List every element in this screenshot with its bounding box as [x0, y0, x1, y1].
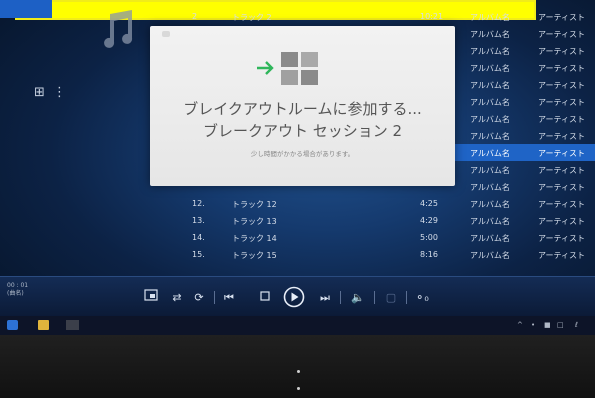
track-num: 12.: [192, 199, 205, 208]
track-artist: アーティスト: [538, 166, 586, 175]
track-artist: アーティスト: [538, 98, 586, 107]
table-row[interactable]: 14. トラック 14 5:00 アルバム名 アーティスト: [180, 229, 595, 246]
separator: [214, 291, 215, 304]
separator: [374, 291, 375, 304]
dialog-subtitle: ブレークアウト セッション 2: [202, 122, 403, 140]
screen: ⊞ ⋮ 2 トラック 2 10:21 アルバム名 アーティスト アルバム名 アーティスト アル…: [0, 0, 595, 335]
track-artist: アーティスト: [538, 183, 586, 192]
stop-icon[interactable]: [258, 289, 272, 307]
fullscreen-icon[interactable]: ▢: [384, 289, 398, 307]
music-note-icon: [100, 8, 136, 54]
track-album: アルバム名: [470, 98, 510, 107]
player-bar: 00 : 01 (曲名) ⇄ ⟳ ⏮ ⏭ 🔈 ▢ ⚬₀: [0, 276, 595, 317]
play-icon[interactable]: [283, 286, 305, 308]
track-artist: アーティスト: [538, 200, 586, 209]
track-album: アルバム名: [470, 47, 510, 56]
more-icon[interactable]: ⚬₀: [414, 289, 430, 307]
miniplayer-icon[interactable]: [143, 289, 159, 307]
track-artist: アーティスト: [538, 217, 586, 226]
breakout-logo-icon: [257, 50, 331, 94]
track-artist: アーティスト: [538, 251, 586, 260]
track-duration: 4:29: [420, 216, 438, 225]
taskbar: ^ • ■ □ ℓ: [0, 316, 595, 335]
file-explorer-icon[interactable]: [38, 320, 49, 330]
dialog-corner-mark: [162, 31, 170, 37]
separator: [340, 291, 341, 304]
track-artist: アーティスト: [538, 13, 586, 22]
dialog-title: ブレイクアウトルームに参加する...: [183, 100, 422, 118]
tray-pen-icon[interactable]: ℓ: [575, 321, 578, 329]
track-artist: アーティスト: [538, 149, 586, 158]
track-album: アルバム名: [470, 64, 510, 73]
table-row[interactable]: 15. トラック 15 8:16 アルバム名 アーティスト: [180, 246, 595, 263]
laptop-bezel: [0, 335, 595, 398]
track-album: アルバム名: [470, 132, 510, 141]
now-playing-time: 00 : 01: [7, 282, 29, 289]
track-num: 14.: [192, 233, 205, 242]
track-album: アルバム名: [470, 166, 510, 175]
table-row[interactable]: 12. トラック 12 4:25 アルバム名 アーティスト: [180, 195, 595, 212]
track-album: アルバム名: [470, 30, 510, 39]
sidebar-more-icon[interactable]: ⊞ ⋮: [34, 85, 68, 100]
track-artist: アーティスト: [538, 132, 586, 141]
track-duration: 8:16: [420, 250, 438, 259]
table-row[interactable]: 2 トラック 2 10:21 アルバム名 アーティスト: [180, 8, 595, 25]
track-artist: アーティスト: [538, 47, 586, 56]
track-title: トラック 15: [232, 251, 277, 260]
track-num: 15.: [192, 250, 205, 259]
volume-icon[interactable]: 🔈: [350, 289, 366, 307]
bezel-light: [297, 370, 300, 373]
track-duration: 4:25: [420, 199, 438, 208]
track-album: アルバム名: [470, 13, 510, 22]
track-album: アルバム名: [470, 217, 510, 226]
track-title: トラック 13: [232, 217, 277, 226]
track-artist: アーティスト: [538, 234, 586, 243]
repeat-icon[interactable]: ⟳: [192, 289, 206, 307]
join-breakout-dialog: ブレイクアウトルームに参加する... ブレークアウト セッション 2 少し時間が…: [150, 26, 455, 186]
track-num: 13.: [192, 216, 205, 225]
separator: [406, 291, 407, 304]
track-album: アルバム名: [470, 200, 510, 209]
tray-volume-icon[interactable]: □: [557, 321, 564, 329]
track-artist: アーティスト: [538, 81, 586, 90]
track-title: トラック 2: [232, 13, 272, 22]
start-button-icon[interactable]: [7, 320, 18, 330]
track-artist: アーティスト: [538, 115, 586, 124]
next-icon[interactable]: ⏭: [318, 289, 332, 307]
table-row[interactable]: 13. トラック 13 4:29 アルバム名 アーティスト: [180, 212, 595, 229]
now-playing-title: (曲名): [7, 290, 24, 297]
track-album: アルバム名: [470, 115, 510, 124]
sidebar-active-item[interactable]: [0, 0, 52, 18]
bezel-camera: [297, 387, 300, 390]
track-duration: 10:21: [420, 12, 444, 21]
track-album: アルバム名: [470, 81, 510, 90]
tray-chevron-icon[interactable]: ^: [517, 321, 523, 329]
media-player-taskbar-icon[interactable]: [66, 320, 79, 330]
tray-network-icon[interactable]: •: [531, 321, 535, 329]
track-album: アルバム名: [470, 234, 510, 243]
track-num: 2: [192, 12, 198, 21]
tray-battery-icon[interactable]: ■: [544, 321, 551, 329]
track-duration: 5:00: [420, 233, 438, 242]
track-artist: アーティスト: [538, 30, 586, 39]
track-title: トラック 12: [232, 200, 277, 209]
track-title: トラック 14: [232, 234, 277, 243]
previous-icon[interactable]: ⏮: [222, 289, 236, 307]
dialog-note: 少し時間がかかる場合があります。: [250, 150, 355, 158]
track-album: アルバム名: [470, 149, 510, 158]
track-album: アルバム名: [470, 183, 510, 192]
track-artist: アーティスト: [538, 64, 586, 73]
now-playing-info: 00 : 01 (曲名): [7, 282, 28, 298]
track-album: アルバム名: [470, 251, 510, 260]
shuffle-icon[interactable]: ⇄: [170, 289, 184, 307]
